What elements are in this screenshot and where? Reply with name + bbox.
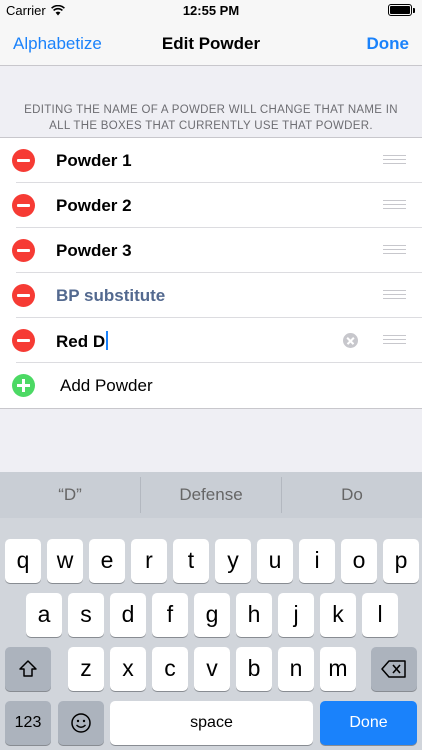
key-z[interactable]: z [68,647,104,691]
navigation-bar: Alphabetize Edit Powder Done [0,22,422,66]
status-time: 12:55 PM [182,3,240,18]
key-b[interactable]: b [236,647,272,691]
key-r[interactable]: r [131,539,167,583]
key-k[interactable]: k [320,593,356,637]
table-row[interactable]: Powder 2 [0,183,422,228]
keyboard: “D” Defense Do qwertyuiop asdfghjkl zxcvbn… [0,472,422,750]
reorder-handle-icon[interactable] [383,245,406,255]
powder-name: BP substitute [56,286,166,305]
emoji-icon [71,713,91,733]
delete-icon[interactable] [12,149,35,172]
powder-name: Powder 1 [56,151,132,170]
key-i[interactable]: i [299,539,335,583]
key-l[interactable]: l [362,593,398,637]
predictive-bar: “D” Defense Do [0,472,422,518]
table-row[interactable]: Powder 3 [0,228,422,273]
key-f[interactable]: f [152,593,188,637]
key-y[interactable]: y [215,539,251,583]
key-t[interactable]: t [173,539,209,583]
page-title: Edit Powder [161,34,261,53]
suggestion[interactable]: Defense [141,472,281,518]
shift-key[interactable] [5,647,51,691]
key-j[interactable]: j [278,593,314,637]
delete-icon[interactable] [12,239,35,262]
reorder-handle-icon[interactable] [383,335,406,345]
key-p[interactable]: p [383,539,419,583]
delete-icon[interactable] [12,194,35,217]
key-d[interactable]: d [110,593,146,637]
done-key[interactable]: Done [320,701,417,745]
backspace-icon [381,660,406,678]
powder-list: Powder 1 Powder 2 Powder 3 BP substitute… [0,137,422,409]
key-e[interactable]: e [89,539,125,583]
text-cursor [106,331,109,350]
key-h[interactable]: h [236,593,272,637]
battery-icon [388,4,412,16]
status-bar: Carrier 12:55 PM [0,0,422,22]
clear-text-icon[interactable] [343,333,358,348]
key-g[interactable]: g [194,593,230,637]
delete-icon[interactable] [12,284,35,307]
table-row-editing[interactable]: Red D [0,318,422,363]
key-x[interactable]: x [110,647,146,691]
delete-icon[interactable] [12,329,35,352]
key-c[interactable]: c [152,647,188,691]
suggestion[interactable]: “D” [0,472,140,518]
reorder-handle-icon[interactable] [383,200,406,210]
emoji-key[interactable] [58,701,104,745]
key-u[interactable]: u [257,539,293,583]
powder-name: Powder 2 [56,196,132,215]
add-icon[interactable] [12,374,35,397]
key-v[interactable]: v [194,647,230,691]
backspace-key[interactable] [371,647,417,691]
key-s[interactable]: s [68,593,104,637]
add-powder-label: Add Powder [60,376,153,395]
numbers-key[interactable]: 123 [5,701,51,745]
key-n[interactable]: n [278,647,314,691]
suggestion[interactable]: Do [282,472,422,518]
reorder-handle-icon[interactable] [383,155,406,165]
table-row[interactable]: Powder 1 [0,138,422,183]
table-row[interactable]: BP substitute [0,273,422,318]
key-o[interactable]: o [341,539,377,583]
add-powder-row[interactable]: Add Powder [0,363,422,408]
shift-icon [19,660,37,677]
key-m[interactable]: m [320,647,356,691]
powder-name-input[interactable]: Red D [56,331,109,352]
key-a[interactable]: a [26,593,62,637]
key-w[interactable]: w [47,539,83,583]
powder-name: Powder 3 [56,241,132,260]
key-q[interactable]: q [5,539,41,583]
space-key[interactable]: space [110,701,313,745]
done-button[interactable]: Done [367,34,410,54]
section-header: EDITING THE NAME OF A POWDER WILL CHANGE… [24,104,398,132]
reorder-handle-icon[interactable] [383,290,406,300]
